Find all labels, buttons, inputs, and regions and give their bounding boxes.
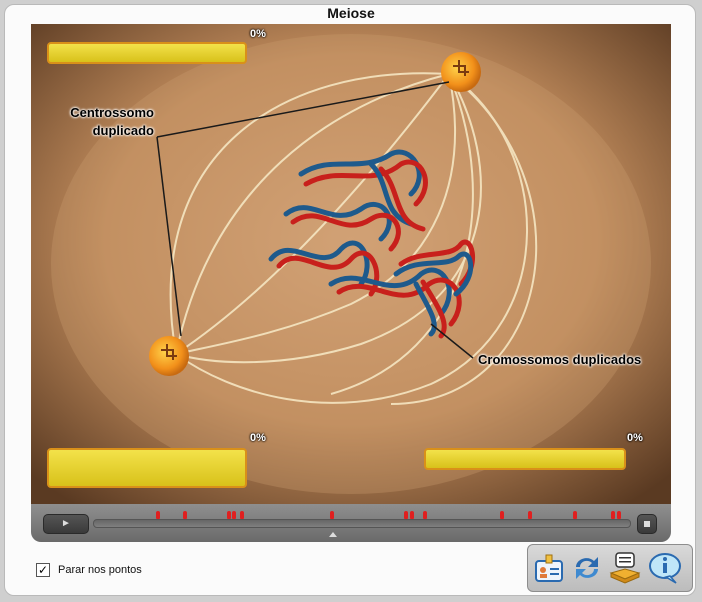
id-card-icon[interactable] [532,551,566,585]
stop-at-points-checkbox[interactable]: ✓ [36,563,50,577]
annotation-chromosomes: Cromossomos duplicados [478,352,642,367]
play-icon: ► [61,518,71,529]
animation-viewer: 0% 0% 0% Centrossomo duplicado Cromossom… [31,24,671,504]
timeline-track[interactable] [93,511,631,528]
timeline-marker[interactable] [573,511,577,519]
progress-box-bottom-left [47,448,247,488]
stop-icon [644,521,650,527]
tool-palette [527,544,693,592]
timeline-marker[interactable] [404,511,408,519]
playback-controls: ► [31,504,671,542]
timeline-marker[interactable] [240,511,244,519]
timeline-marker[interactable] [156,511,160,519]
timeline-marker[interactable] [330,511,334,519]
progress-box-bottom-right [424,448,626,470]
timeline-playhead[interactable] [329,532,337,537]
timeline-marker[interactable] [232,511,236,519]
timeline-marker[interactable] [528,511,532,519]
timeline-marker[interactable] [611,511,615,519]
timeline-marker[interactable] [410,511,414,519]
progress-percent-bottom-left: 0% [250,432,266,444]
progress-percent-top-left: 0% [250,28,266,40]
info-icon[interactable] [648,551,682,585]
stop-button[interactable] [637,514,657,534]
meiosis-illustration [31,24,671,504]
notes-book-icon[interactable] [608,551,642,585]
timeline-marker[interactable] [423,511,427,519]
stop-at-points-label: Parar nos pontos [58,564,142,576]
refresh-icon[interactable] [570,551,604,585]
timeline-marker[interactable] [183,511,187,519]
progress-box-top-left [47,42,247,64]
annotation-centrosome: Centrossomo duplicado [70,105,154,138]
window-title: Meiose [327,5,375,21]
timeline-marker[interactable] [500,511,504,519]
timeline-marker[interactable] [617,511,621,519]
progress-percent-bottom-right: 0% [627,432,643,444]
centrosome-bottom [149,336,189,376]
centrosome-top [441,52,481,92]
timeline-marker[interactable] [227,511,231,519]
play-button[interactable]: ► [43,514,89,534]
